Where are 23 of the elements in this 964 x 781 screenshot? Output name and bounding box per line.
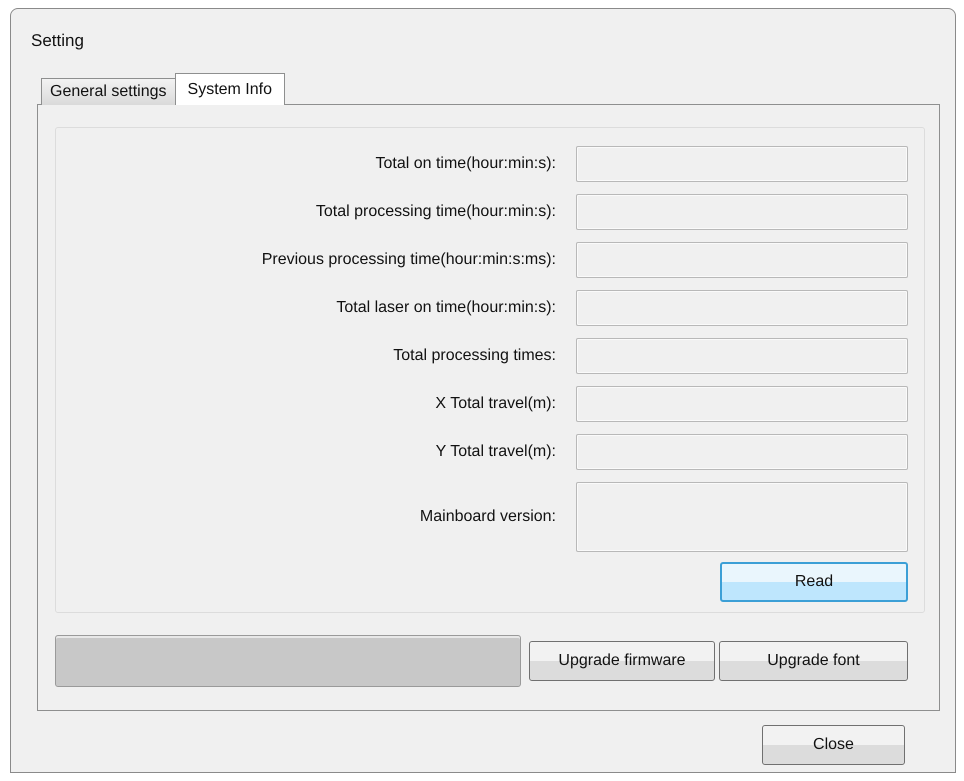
text-field[interactable]: [576, 194, 908, 230]
text-field[interactable]: [576, 146, 908, 182]
field-label: X Total travel(m):: [434, 395, 556, 413]
text-field[interactable]: [576, 482, 908, 552]
tab[interactable]: General settings: [41, 78, 176, 105]
field-label: Previous processing time(hour:min:s:ms):: [260, 251, 556, 269]
field-label: Total processing times:: [392, 347, 556, 365]
tab[interactable]: System Info: [174, 73, 285, 105]
field-label: Mainboard version:: [418, 508, 556, 526]
text-field[interactable]: [576, 242, 908, 278]
text-field[interactable]: [576, 338, 908, 374]
close-button[interactable]: Close: [762, 725, 905, 765]
text-field[interactable]: [576, 290, 908, 326]
field-label: Total on time(hour:min:s):: [374, 155, 556, 173]
field-label: Total laser on time(hour:min:s):: [335, 299, 556, 317]
upgrade-button[interactable]: Upgrade font: [719, 641, 908, 681]
window-title: Setting: [30, 30, 85, 52]
text-field[interactable]: [576, 434, 908, 470]
text-field[interactable]: [576, 386, 908, 422]
upgrade-button[interactable]: Upgrade firmware: [529, 641, 715, 681]
field-label: Y Total travel(m):: [434, 443, 556, 461]
read-button[interactable]: Read: [720, 562, 908, 602]
field-label: Total processing time(hour:min:s):: [314, 203, 556, 221]
